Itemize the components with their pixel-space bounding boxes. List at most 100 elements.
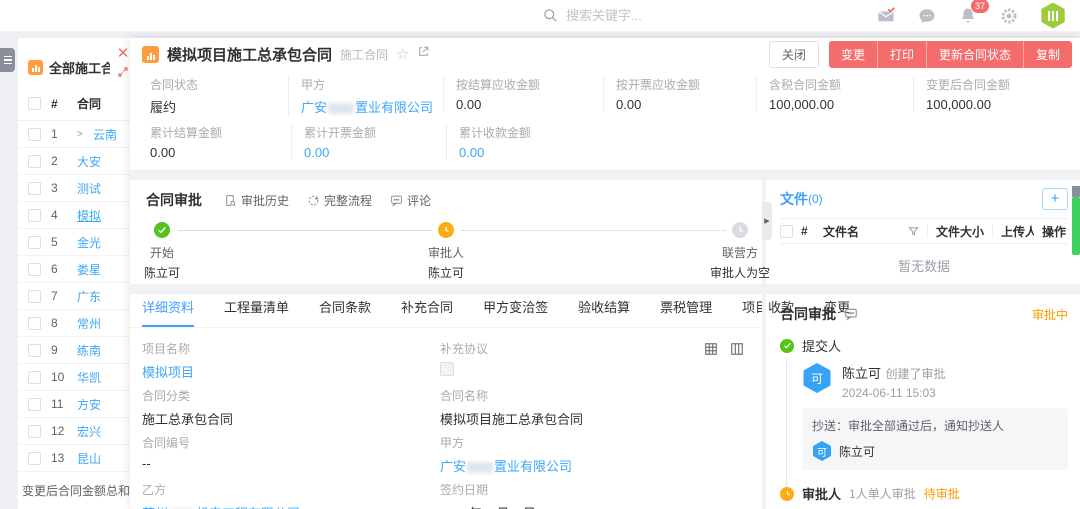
contract-name-link[interactable]: 模拟 bbox=[77, 207, 101, 224]
contract-name-link[interactable]: 昆山 bbox=[77, 450, 101, 467]
row-checkbox[interactable] bbox=[28, 371, 41, 384]
row-number: 4 bbox=[51, 208, 67, 222]
action-button-更新合同状态[interactable]: 更新合同状态 bbox=[927, 41, 1024, 68]
row-checkbox[interactable] bbox=[28, 236, 41, 249]
tab-合同条款[interactable]: 合同条款 bbox=[319, 297, 371, 327]
table-row[interactable]: 7广东 bbox=[18, 283, 130, 310]
contract-name-link[interactable]: 云南 bbox=[93, 126, 117, 143]
tab-补充合同[interactable]: 补充合同 bbox=[401, 297, 453, 327]
open-external-icon[interactable] bbox=[417, 45, 430, 63]
contract-name-link[interactable]: 娄星 bbox=[77, 261, 101, 278]
contract-name-link[interactable]: 宏兴 bbox=[77, 423, 101, 440]
contract-name-link[interactable]: 测试 bbox=[77, 180, 101, 197]
files-table-header: # 文件名 文件大小 上传人 操作 bbox=[780, 218, 1068, 244]
tab-工程量清单[interactable]: 工程量清单 bbox=[224, 297, 289, 327]
scrollbar-thumb[interactable] bbox=[1072, 197, 1080, 255]
add-file-button[interactable]: + bbox=[1042, 188, 1068, 210]
select-all-checkbox[interactable] bbox=[28, 97, 41, 110]
expand-caret-icon[interactable]: > bbox=[77, 129, 83, 140]
row-checkbox[interactable] bbox=[28, 155, 41, 168]
tab-甲方变洽签[interactable]: 甲方变洽签 bbox=[483, 297, 548, 327]
field-label: 累计结算金额 bbox=[150, 124, 295, 141]
approver-label: 审批人 bbox=[802, 484, 841, 503]
row-checkbox[interactable] bbox=[28, 398, 41, 411]
files-section: 文件 (0) + # 文件名 文件大小 上传人 操作 暂无数据 bbox=[766, 180, 1080, 284]
table-row[interactable]: 11方安 bbox=[18, 391, 130, 418]
contract-name-link[interactable]: 广东 bbox=[77, 288, 101, 305]
tab-详细资料[interactable]: 详细资料 bbox=[142, 297, 194, 327]
comment-link[interactable]: 评论 bbox=[390, 192, 431, 209]
field-value[interactable]: 苏州机电工程有限公司 bbox=[142, 503, 440, 509]
contract-name-link[interactable]: 华凯 bbox=[77, 369, 101, 386]
row-checkbox[interactable] bbox=[28, 290, 41, 303]
row-checkbox[interactable] bbox=[28, 425, 41, 438]
row-checkbox[interactable] bbox=[28, 344, 41, 357]
table-row[interactable]: 4 模拟 bbox=[18, 202, 130, 229]
comment-icon[interactable] bbox=[844, 307, 858, 321]
submitter-entry: 可 陈立可 创建了审批 2024-06-11 15:03 bbox=[802, 363, 1068, 400]
messages-icon[interactable] bbox=[917, 6, 937, 26]
table-row[interactable]: 13昆山 bbox=[18, 445, 130, 472]
clock-icon bbox=[780, 487, 794, 501]
row-number: 2 bbox=[51, 154, 67, 168]
avatar: 可 bbox=[812, 441, 832, 461]
tab-票税管理[interactable]: 票税管理 bbox=[660, 297, 712, 327]
user-avatar[interactable] bbox=[1040, 3, 1066, 29]
column-view-icon[interactable] bbox=[730, 342, 744, 356]
table-row[interactable]: 9练南 bbox=[18, 337, 130, 364]
table-row[interactable]: 3测试 bbox=[18, 175, 130, 202]
action-button-复制[interactable]: 复制 bbox=[1024, 41, 1072, 68]
full-flow-link[interactable]: 完整流程 bbox=[307, 192, 372, 209]
field-value[interactable]: 广安置业有限公司 bbox=[301, 97, 447, 116]
files-select-all-checkbox[interactable] bbox=[780, 225, 793, 238]
favorite-star-icon[interactable]: ☆ bbox=[396, 45, 409, 63]
mail-icon[interactable] bbox=[876, 6, 896, 26]
search-input[interactable] bbox=[566, 8, 716, 23]
expand-icon[interactable] bbox=[110, 64, 130, 84]
field-value[interactable]: 模拟项目 bbox=[142, 362, 440, 381]
contract-name-link[interactable]: 金光 bbox=[77, 234, 101, 251]
contract-name-link[interactable]: 常州 bbox=[77, 315, 101, 332]
detail-field: 项目名称模拟项目 bbox=[142, 340, 440, 384]
table-row[interactable]: 8常州 bbox=[18, 310, 130, 337]
contract-name-link[interactable]: 大安 bbox=[77, 153, 101, 170]
tab-验收结算[interactable]: 验收结算 bbox=[578, 297, 630, 327]
panel-collapse-handle[interactable]: ▶ bbox=[762, 202, 772, 240]
notifications-icon[interactable]: 37 bbox=[958, 6, 978, 26]
summary-field: 按结算应收金额0.00 bbox=[443, 76, 615, 112]
approver-step: 审批人 1人单人审批 待审批 bbox=[780, 484, 1068, 503]
grid-view-icon[interactable] bbox=[704, 342, 718, 356]
filter-funnel-icon[interactable] bbox=[908, 226, 919, 237]
table-row[interactable]: 12宏兴 bbox=[18, 418, 130, 445]
field-value[interactable]: 0.00 bbox=[304, 145, 450, 160]
row-checkbox[interactable] bbox=[28, 182, 41, 195]
contract-doc-icon bbox=[28, 60, 43, 75]
row-checkbox[interactable] bbox=[28, 452, 41, 465]
close-icon[interactable]: ✕ bbox=[110, 44, 130, 64]
search-icon bbox=[543, 8, 558, 23]
detail-field: 甲方广安置业有限公司 bbox=[440, 434, 762, 478]
contract-name-link[interactable]: 方安 bbox=[77, 396, 101, 413]
row-number: 5 bbox=[51, 235, 67, 249]
supplement-checkbox[interactable] bbox=[440, 362, 454, 376]
row-number: 6 bbox=[51, 262, 67, 276]
row-checkbox[interactable] bbox=[28, 317, 41, 330]
table-row[interactable]: 1>云南 bbox=[18, 121, 130, 148]
table-row[interactable]: 2 大安 bbox=[18, 148, 130, 175]
table-row[interactable]: 10华凯 bbox=[18, 364, 130, 391]
field-value[interactable]: 广安置业有限公司 bbox=[440, 456, 762, 475]
field-value[interactable]: 0.00 bbox=[459, 145, 1072, 160]
row-checkbox[interactable] bbox=[28, 209, 41, 222]
action-button-变更[interactable]: 变更 bbox=[829, 41, 878, 68]
settings-gear-icon[interactable] bbox=[999, 6, 1019, 26]
sidebar-toggle-handle[interactable] bbox=[0, 48, 15, 72]
approval-history-link[interactable]: 审批历史 bbox=[224, 192, 289, 209]
step-current-clock-icon bbox=[438, 222, 454, 238]
row-checkbox[interactable] bbox=[28, 128, 41, 141]
close-button[interactable]: 关闭 bbox=[769, 41, 819, 68]
contract-summary: 合同状态履约甲方广安置业有限公司按结算应收金额0.00按开票应收金额0.00含税… bbox=[130, 70, 1080, 170]
field-value: 履约 bbox=[150, 97, 292, 116]
contract-name-link[interactable]: 练南 bbox=[77, 342, 101, 359]
action-button-打印[interactable]: 打印 bbox=[878, 41, 927, 68]
row-checkbox[interactable] bbox=[28, 263, 41, 276]
